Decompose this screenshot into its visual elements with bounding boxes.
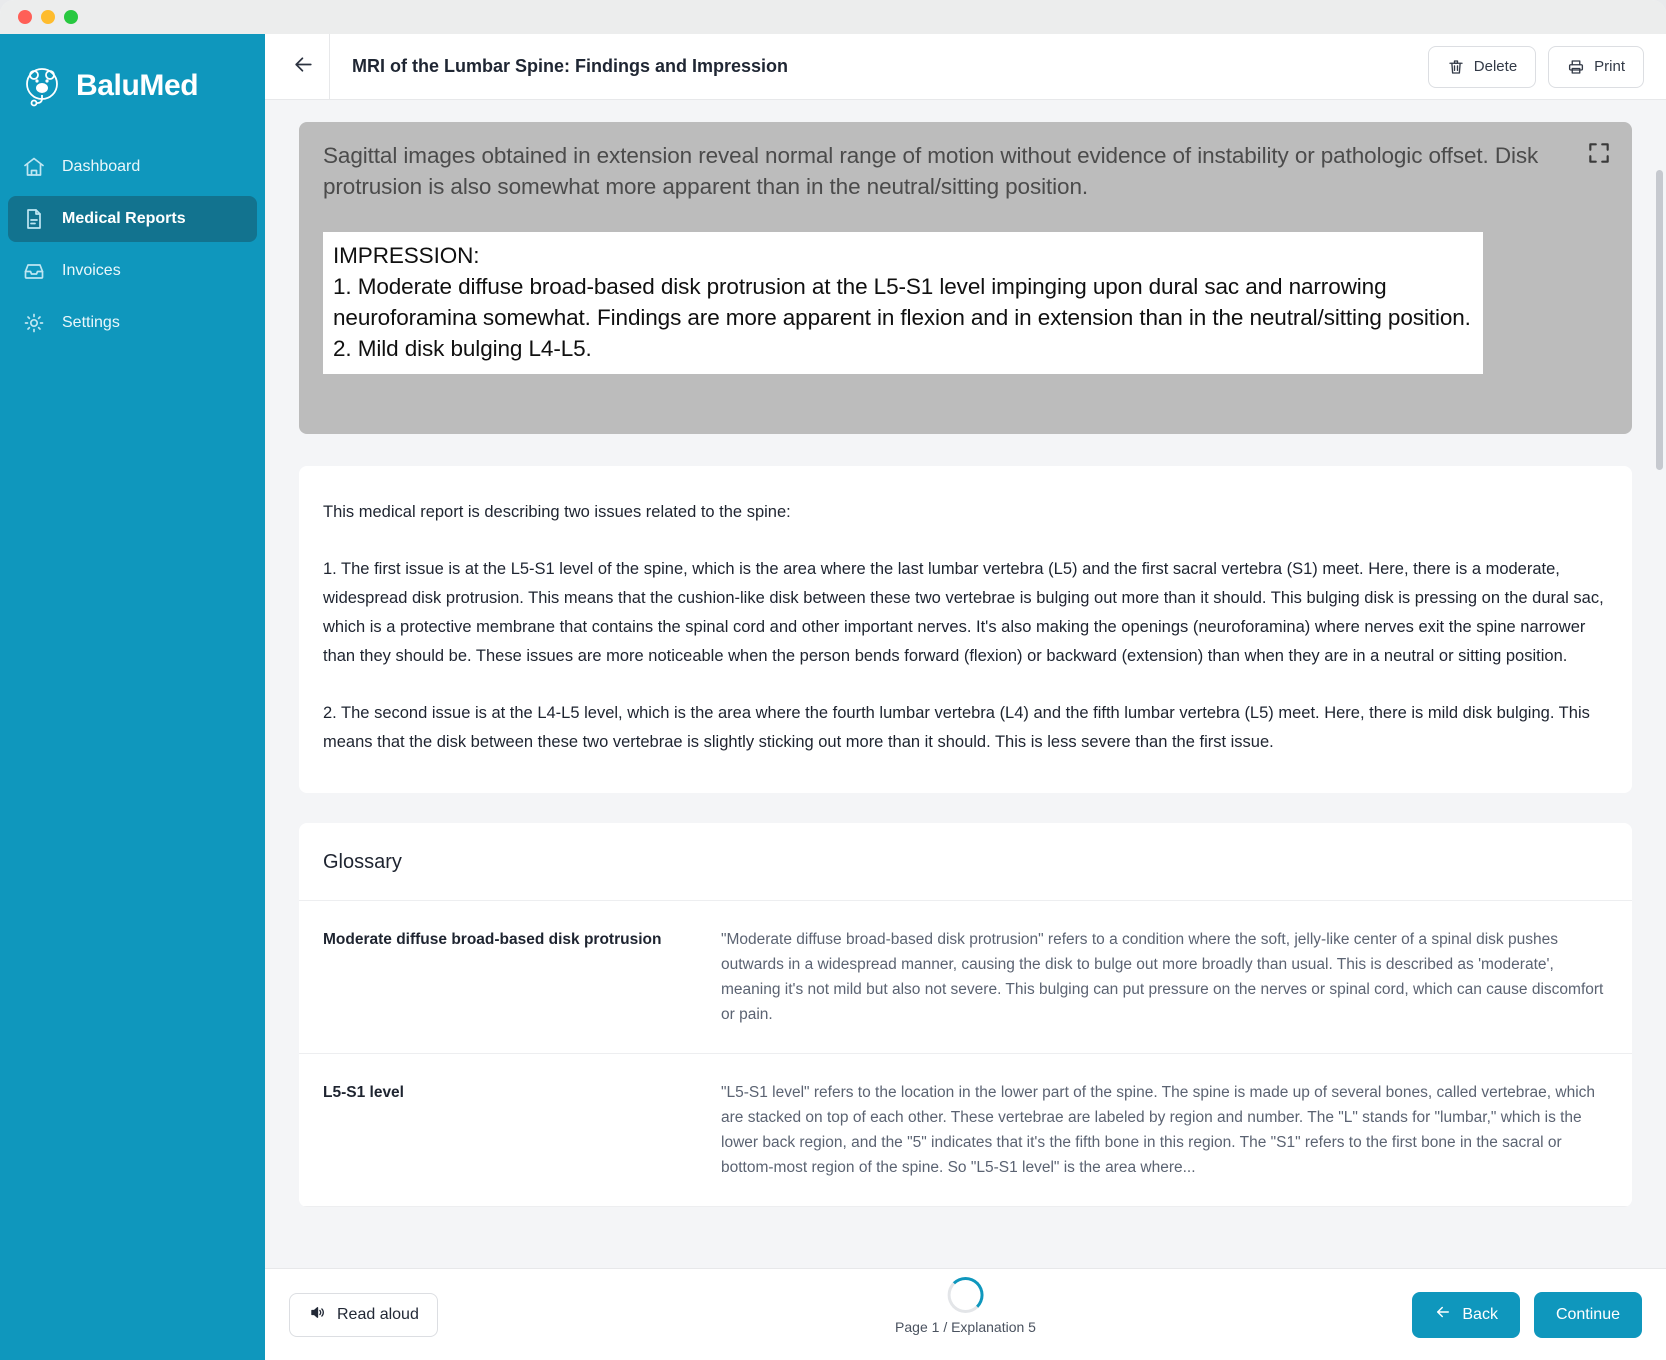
- sidebar: BaluMed Dashboard Medical Reports Invoic…: [0, 34, 265, 1360]
- window-maximize-button[interactable]: [64, 10, 78, 24]
- scan-impression-block: IMPRESSION: 1. Moderate diffuse broad-ba…: [323, 232, 1483, 374]
- explanation-paragraph: 2. The second issue is at the L4-L5 leve…: [323, 704, 1590, 751]
- window-titlebar: [0, 0, 1666, 34]
- scan-intro-text: Sagittal images obtained in extension re…: [323, 143, 1539, 199]
- explanation-paragraph: This medical report is describing two is…: [323, 503, 791, 521]
- page-status-label: Page 1 / Explanation 5: [895, 1319, 1036, 1335]
- brand: BaluMed: [0, 42, 265, 130]
- continue-button[interactable]: Continue: [1533, 1291, 1642, 1338]
- top-bar: MRI of the Lumbar Spine: Findings and Im…: [265, 33, 1666, 100]
- back-button-label: Back: [1462, 1305, 1498, 1323]
- explanation-panel: This medical report is describing two is…: [299, 466, 1632, 793]
- trash-icon: [1447, 58, 1465, 76]
- page-title: MRI of the Lumbar Spine: Findings and Im…: [352, 56, 789, 76]
- window-close-button[interactable]: [18, 10, 32, 24]
- inbox-icon: [22, 259, 46, 283]
- back-navigation-button[interactable]: [277, 43, 329, 91]
- delete-button[interactable]: Delete: [1427, 45, 1537, 88]
- sidebar-item-invoices[interactable]: Invoices: [8, 248, 257, 294]
- sidebar-item-label: Medical Reports: [62, 210, 186, 227]
- sidebar-item-medical-reports[interactable]: Medical Reports: [8, 196, 257, 242]
- app-window: BaluMed Dashboard Medical Reports Invoic…: [0, 0, 1666, 1360]
- fullscreen-icon[interactable]: [1582, 136, 1616, 170]
- sidebar-item-dashboard[interactable]: Dashboard: [8, 144, 257, 190]
- bear-logo-icon: [20, 64, 64, 108]
- arrow-left-icon: [1434, 1303, 1452, 1326]
- continue-button-label: Continue: [1555, 1305, 1620, 1323]
- back-button[interactable]: Back: [1412, 1291, 1520, 1338]
- sidebar-item-settings[interactable]: Settings: [8, 300, 257, 346]
- brand-name: BaluMed: [76, 69, 199, 102]
- scan-impression-heading: IMPRESSION:: [333, 243, 480, 268]
- footer-actions: Back Continue: [1412, 1291, 1642, 1338]
- sidebar-item-label: Settings: [62, 314, 120, 331]
- print-button[interactable]: Print: [1548, 45, 1644, 88]
- scan-impression-item-2: 2. Mild disk bulging L4-L5.: [333, 336, 592, 361]
- glossary-row: L5-S1 level "L5-S1 level" refers to the …: [299, 1054, 1632, 1207]
- loading-spinner: [947, 1277, 984, 1313]
- page-progress: Page 1 / Explanation 5: [895, 1277, 1036, 1335]
- explanation-paragraph: 1. The first issue is at the L5-S1 level…: [323, 560, 1604, 665]
- glossary-definition: "Moderate diffuse broad-based disk protr…: [721, 931, 1604, 1023]
- window-minimize-button[interactable]: [41, 10, 55, 24]
- main-area: MRI of the Lumbar Spine: Findings and Im…: [265, 33, 1666, 1360]
- home-icon: [22, 155, 46, 179]
- gear-icon: [22, 311, 46, 335]
- glossary-term: Moderate diffuse broad-based disk protru…: [323, 931, 662, 948]
- print-button-label: Print: [1594, 58, 1625, 75]
- read-aloud-button[interactable]: Read aloud: [289, 1292, 438, 1337]
- document-icon: [22, 207, 46, 231]
- sidebar-item-label: Invoices: [62, 262, 121, 279]
- sidebar-nav: Dashboard Medical Reports Invoices Setti…: [0, 144, 265, 346]
- footer-bar: Read aloud Page 1 / Explanation 5 Back C…: [265, 1268, 1666, 1360]
- speaker-icon: [308, 1303, 327, 1327]
- scanned-report-image[interactable]: Sagittal images obtained in extension re…: [299, 122, 1632, 434]
- topbar-actions: Delete Print: [1427, 45, 1644, 88]
- glossary-term: L5-S1 level: [323, 1084, 404, 1101]
- topbar-divider: [329, 33, 330, 100]
- printer-icon: [1567, 58, 1585, 76]
- content-scroll-area[interactable]: Sagittal images obtained in extension re…: [265, 100, 1666, 1360]
- glossary-title: Glossary: [299, 823, 1632, 901]
- vertical-scrollbar[interactable]: [1656, 170, 1663, 470]
- glossary-definition: "L5-S1 level" refers to the location in …: [721, 1084, 1596, 1176]
- glossary-row: Moderate diffuse broad-based disk protru…: [299, 901, 1632, 1054]
- arrow-left-icon: [291, 52, 316, 82]
- delete-button-label: Delete: [1473, 58, 1518, 75]
- sidebar-item-label: Dashboard: [62, 158, 141, 175]
- read-aloud-label: Read aloud: [337, 1305, 419, 1323]
- scan-impression-item-1: 1. Moderate diffuse broad-based disk pro…: [333, 274, 1471, 330]
- glossary-panel: Glossary Moderate diffuse broad-based di…: [299, 823, 1632, 1207]
